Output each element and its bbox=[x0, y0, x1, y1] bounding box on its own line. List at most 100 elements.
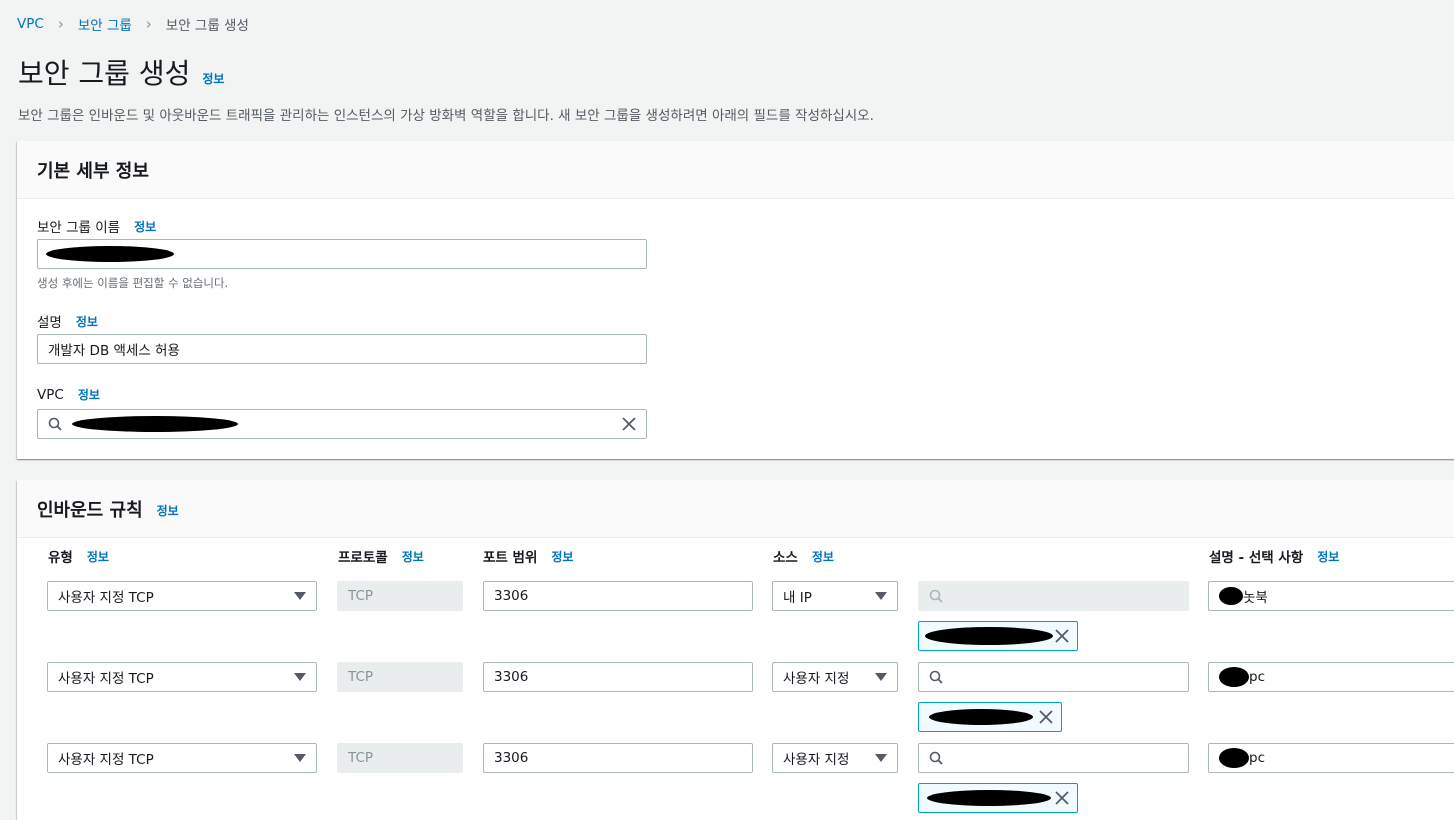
rule-1-type-select[interactable]: 사용자 지정 TCP bbox=[47, 581, 317, 611]
search-icon bbox=[929, 670, 943, 684]
rule-2-type-select[interactable]: 사용자 지정 TCP bbox=[47, 662, 317, 692]
rule-3-type-value: 사용자 지정 TCP bbox=[58, 752, 154, 768]
caret-down-icon bbox=[875, 673, 887, 681]
rule-3-protocol: TCP bbox=[337, 743, 463, 773]
col-source-info-link[interactable]: 정보 bbox=[812, 548, 834, 565]
page-description: 보안 그룹은 인바운드 및 아웃바운드 트래픽을 관리하는 인스턴스의 가상 방… bbox=[18, 108, 874, 124]
rule-1-source-select[interactable]: 내 IP bbox=[772, 581, 898, 611]
caret-down-icon bbox=[875, 592, 887, 600]
redacted-mark bbox=[46, 246, 174, 262]
rule-3-description-value: pc bbox=[1249, 750, 1265, 766]
rule-2-source-token bbox=[918, 702, 1062, 732]
caret-down-icon bbox=[294, 754, 306, 762]
col-source: 소스 정보 bbox=[773, 546, 834, 567]
rule-3-source-search[interactable] bbox=[918, 743, 1189, 773]
caret-down-icon bbox=[294, 673, 306, 681]
rule-2-protocol: TCP bbox=[337, 662, 463, 692]
col-type-info-link[interactable]: 정보 bbox=[87, 548, 109, 565]
desc-info-link[interactable]: 정보 bbox=[76, 313, 98, 330]
rule-3-source-select[interactable]: 사용자 지정 bbox=[772, 743, 898, 773]
caret-down-icon bbox=[294, 592, 306, 600]
col-port-info-link[interactable]: 정보 bbox=[551, 548, 573, 565]
inbound-rules-heading: 인바운드 규칙 bbox=[37, 499, 143, 521]
rule-1-description-value: 놋북 bbox=[1243, 590, 1268, 606]
redacted-mark bbox=[72, 416, 238, 432]
rule-2-port-value: 3306 bbox=[494, 669, 529, 685]
rule-1-source-value: 내 IP bbox=[783, 590, 812, 606]
name-label-row: 보안 그룹 이름 정보 bbox=[37, 216, 156, 237]
rule-2-source-select[interactable]: 사용자 지정 bbox=[772, 662, 898, 692]
breadcrumb-security-groups[interactable]: 보안 그룹 bbox=[78, 14, 132, 34]
redacted-mark bbox=[1219, 748, 1249, 768]
desc-label-row: 설명 정보 bbox=[37, 311, 98, 332]
search-icon bbox=[929, 589, 943, 603]
description-input[interactable]: 개발자 DB 액세스 허용 bbox=[37, 334, 647, 364]
page-title-row: 보안 그룹 생성 정보 bbox=[18, 52, 224, 92]
col-type: 유형 정보 bbox=[48, 546, 109, 567]
rule-2-description-input[interactable]: pc bbox=[1208, 662, 1454, 692]
rule-1-source-token bbox=[918, 621, 1078, 651]
breadcrumb: VPC › 보안 그룹 › 보안 그룹 생성 bbox=[17, 14, 249, 34]
rule-1-port-input[interactable]: 3306 bbox=[483, 581, 753, 611]
col-description-label: 설명 - 선택 사항 bbox=[1209, 550, 1304, 566]
search-icon bbox=[48, 417, 62, 431]
clear-icon[interactable] bbox=[622, 417, 636, 435]
search-icon bbox=[929, 751, 943, 765]
rule-2-protocol-value: TCP bbox=[348, 669, 374, 685]
remove-token-icon[interactable] bbox=[1055, 790, 1069, 809]
inbound-rules-header: 인바운드 규칙 정보 bbox=[17, 480, 1454, 538]
inbound-info-link[interactable]: 정보 bbox=[157, 502, 179, 519]
rule-3-port-value: 3306 bbox=[494, 750, 529, 766]
rule-1-protocol-value: TCP bbox=[348, 588, 374, 604]
rule-3-description-input[interactable]: pc bbox=[1208, 743, 1454, 773]
rule-1-protocol: TCP bbox=[337, 581, 463, 611]
redacted-mark bbox=[1219, 667, 1249, 687]
rule-2-type-value: 사용자 지정 TCP bbox=[58, 671, 154, 687]
redacted-mark bbox=[925, 627, 1053, 645]
rule-1-source-search bbox=[918, 581, 1189, 611]
vpc-label-row: VPC 정보 bbox=[37, 386, 100, 403]
inbound-rules-panel: 인바운드 규칙 정보 유형 정보 프로토콜 정보 포트 범위 정보 소스 정보 … bbox=[17, 480, 1454, 820]
col-protocol-info-link[interactable]: 정보 bbox=[402, 548, 424, 565]
col-port-range: 포트 범위 정보 bbox=[483, 546, 573, 567]
description-value: 개발자 DB 액세스 허용 bbox=[48, 343, 180, 359]
col-protocol: 프로토콜 정보 bbox=[338, 546, 424, 567]
rule-1-port-value: 3306 bbox=[494, 588, 529, 604]
rule-2-source-search[interactable] bbox=[918, 662, 1189, 692]
col-description: 설명 - 선택 사항 정보 bbox=[1209, 546, 1339, 567]
basic-details-heading: 기본 세부 정보 bbox=[37, 160, 149, 182]
rule-1-description-input[interactable]: 놋북 bbox=[1208, 581, 1454, 611]
rule-3-port-input[interactable]: 3306 bbox=[483, 743, 753, 773]
col-port-label: 포트 범위 bbox=[483, 550, 538, 566]
breadcrumb-vpc[interactable]: VPC bbox=[17, 16, 44, 32]
page-title: 보안 그룹 생성 bbox=[18, 57, 191, 90]
rule-3-protocol-value: TCP bbox=[348, 750, 374, 766]
chevron-right-icon: › bbox=[145, 15, 152, 33]
rule-2-description-value: pc bbox=[1249, 669, 1265, 685]
basic-details-panel: 기본 세부 정보 보안 그룹 이름 정보 생성 후에는 이름을 편집할 수 없습… bbox=[17, 141, 1454, 459]
col-source-label: 소스 bbox=[773, 550, 798, 566]
redacted-mark bbox=[929, 709, 1033, 725]
rule-2-port-input[interactable]: 3306 bbox=[483, 662, 753, 692]
col-type-label: 유형 bbox=[48, 550, 73, 566]
name-hint: 생성 후에는 이름을 편집할 수 없습니다. bbox=[37, 276, 229, 290]
basic-details-header: 기본 세부 정보 bbox=[17, 141, 1454, 199]
remove-token-icon[interactable] bbox=[1055, 628, 1069, 647]
name-label: 보안 그룹 이름 bbox=[37, 220, 121, 236]
desc-label: 설명 bbox=[37, 315, 62, 331]
redacted-mark bbox=[927, 790, 1051, 806]
rule-3-source-value: 사용자 지정 bbox=[783, 752, 850, 768]
security-group-name-input[interactable] bbox=[37, 239, 647, 269]
title-info-link[interactable]: 정보 bbox=[202, 70, 224, 87]
remove-token-icon[interactable] bbox=[1039, 709, 1053, 728]
vpc-info-link[interactable]: 정보 bbox=[78, 386, 100, 403]
rule-3-type-select[interactable]: 사용자 지정 TCP bbox=[47, 743, 317, 773]
vpc-label: VPC bbox=[37, 386, 64, 403]
col-description-info-link[interactable]: 정보 bbox=[1317, 548, 1339, 565]
caret-down-icon bbox=[875, 754, 887, 762]
vpc-search-input[interactable] bbox=[37, 409, 647, 439]
name-info-link[interactable]: 정보 bbox=[134, 218, 156, 235]
rule-1-type-value: 사용자 지정 TCP bbox=[58, 590, 154, 606]
redacted-mark bbox=[1219, 587, 1243, 605]
col-protocol-label: 프로토콜 bbox=[338, 550, 388, 566]
